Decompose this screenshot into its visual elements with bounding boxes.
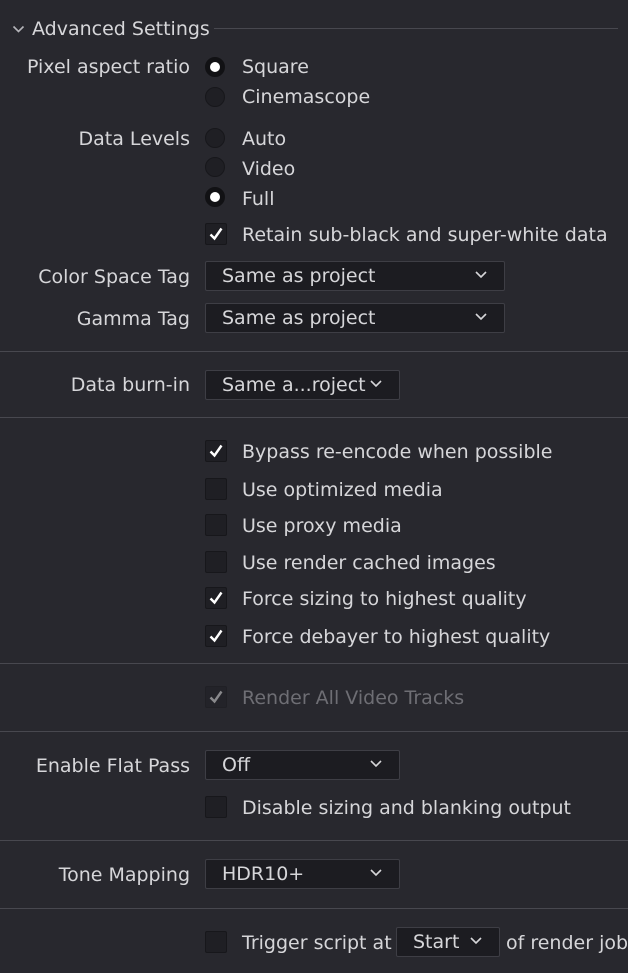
gamma-tag-value: Same as project	[222, 307, 376, 329]
color-space-tag-label: Color Space Tag	[38, 266, 190, 288]
section-divider	[0, 840, 628, 841]
force-sizing-label: Force sizing to highest quality	[242, 588, 527, 610]
advanced-settings-header[interactable]: Advanced Settings	[10, 17, 210, 41]
radio-video[interactable]	[205, 157, 225, 177]
chevron-down-icon	[370, 760, 382, 768]
radio-auto-label: Auto	[242, 128, 287, 150]
tone-mapping-dropdown[interactable]: HDR10+	[205, 859, 400, 889]
header-divider	[214, 28, 618, 29]
radio-cinemascope[interactable]	[205, 87, 225, 107]
bypass-reencode-checkbox[interactable]	[205, 440, 227, 462]
radio-full[interactable]	[205, 187, 225, 207]
disable-sizing-checkbox[interactable]	[205, 796, 227, 818]
use-render-cached-label: Use render cached images	[242, 552, 496, 574]
chevron-down-icon	[12, 25, 25, 33]
radio-video-label: Video	[242, 158, 296, 180]
trigger-suffix-label: of render job	[506, 932, 628, 954]
disable-sizing-label: Disable sizing and blanking output	[242, 797, 571, 819]
tone-mapping-label: Tone Mapping	[58, 864, 190, 886]
section-divider	[0, 351, 628, 352]
force-debayer-checkbox[interactable]	[205, 625, 227, 647]
trigger-time-dropdown[interactable]: Start	[396, 927, 500, 957]
chevron-down-icon	[370, 380, 382, 388]
use-proxy-media-label: Use proxy media	[242, 515, 402, 537]
radio-cinemascope-label: Cinemascope	[242, 86, 371, 108]
color-space-tag-dropdown[interactable]: Same as project	[205, 261, 505, 291]
section-divider	[0, 908, 628, 909]
trigger-script-label: Trigger script at	[242, 932, 392, 954]
render-all-video-tracks-checkbox	[205, 686, 227, 708]
data-burn-in-dropdown[interactable]: Same a...roject	[205, 370, 400, 400]
use-render-cached-checkbox[interactable]	[205, 551, 227, 573]
gamma-tag-label: Gamma Tag	[76, 308, 190, 330]
force-debayer-label: Force debayer to highest quality	[242, 626, 551, 648]
chevron-down-icon	[470, 937, 482, 945]
trigger-time-value: Start	[413, 931, 460, 953]
data-burn-in-label: Data burn-in	[70, 374, 190, 396]
tone-mapping-value: HDR10+	[222, 863, 305, 885]
chevron-down-icon	[475, 271, 487, 279]
bypass-reencode-label: Bypass re-encode when possible	[242, 441, 553, 463]
radio-square[interactable]	[205, 57, 225, 77]
radio-full-label: Full	[242, 188, 275, 210]
force-sizing-checkbox[interactable]	[205, 587, 227, 609]
retain-data-checkbox[interactable]	[205, 223, 227, 245]
color-space-tag-value: Same as project	[222, 265, 376, 287]
check-icon	[209, 227, 223, 241]
use-optimized-media-checkbox[interactable]	[205, 478, 227, 500]
flat-pass-dropdown[interactable]: Off	[205, 750, 400, 780]
check-icon	[209, 690, 223, 704]
section-divider	[0, 663, 628, 664]
gamma-tag-dropdown[interactable]: Same as project	[205, 303, 505, 333]
check-icon	[209, 629, 223, 643]
data-burn-in-value: Same a...roject	[222, 374, 366, 396]
trigger-script-checkbox[interactable]	[205, 931, 227, 953]
use-proxy-media-checkbox[interactable]	[205, 514, 227, 536]
chevron-down-icon	[475, 313, 487, 321]
data-levels-label: Data Levels	[78, 128, 190, 150]
section-divider	[0, 417, 628, 418]
pixel-aspect-ratio-label: Pixel aspect ratio	[26, 56, 190, 78]
section-divider	[0, 731, 628, 732]
radio-auto[interactable]	[205, 128, 225, 148]
chevron-down-icon	[370, 869, 382, 877]
section-title: Advanced Settings	[32, 18, 210, 40]
check-icon	[209, 444, 223, 458]
render-all-video-tracks-label: Render All Video Tracks	[242, 687, 465, 709]
enable-flat-pass-label: Enable Flat Pass	[35, 755, 190, 777]
check-icon	[209, 591, 223, 605]
flat-pass-value: Off	[222, 754, 251, 776]
retain-data-label: Retain sub-black and super-white data	[242, 224, 608, 246]
use-optimized-media-label: Use optimized media	[242, 479, 443, 501]
radio-square-label: Square	[242, 56, 309, 78]
